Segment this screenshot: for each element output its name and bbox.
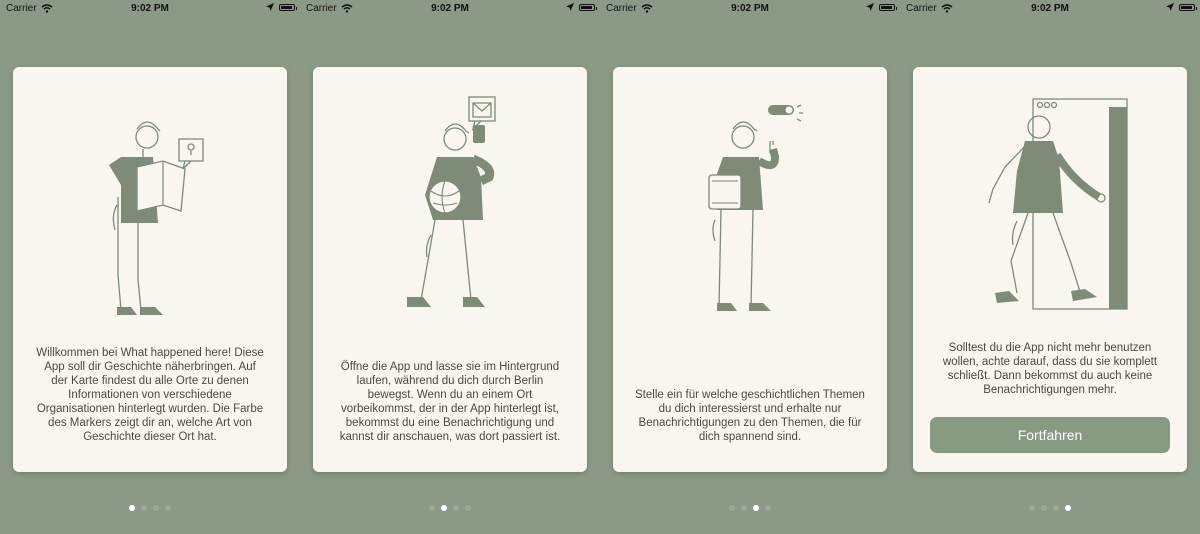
onboarding-description: Willkommen bei What happened here! Diese…	[36, 347, 264, 443]
onboarding-screen-3: Carrier 9:02 PM Stelle ein für welche ge…	[600, 0, 900, 534]
clock: 9:02 PM	[431, 3, 469, 14]
page-dot-1[interactable]	[129, 505, 135, 511]
battery-icon	[579, 3, 597, 11]
location-arrow-icon	[1166, 3, 1174, 11]
status-bar: Carrier 9:02 PM	[900, 0, 1200, 18]
onboarding-card: Solltest du die App nicht mehr benutzen …	[913, 67, 1187, 472]
status-bar: Carrier 9:02 PM	[300, 0, 600, 18]
page-dot-1[interactable]	[429, 505, 435, 511]
onboarding-card: Stelle ein für welche geschichtlichen Th…	[613, 67, 887, 472]
onboarding-description: Stelle ein für welche geschichtlichen Th…	[635, 389, 865, 443]
clock: 9:02 PM	[1031, 3, 1069, 14]
page-indicator[interactable]	[600, 505, 900, 511]
page-dot-3[interactable]	[153, 505, 159, 511]
page-dot-1[interactable]	[1029, 505, 1035, 511]
page-dot-2[interactable]	[141, 505, 147, 511]
continue-button[interactable]: Fortfahren	[930, 417, 1170, 453]
page-dot-2[interactable]	[741, 505, 747, 511]
onboarding-description: Öffne die App und lasse sie im Hintergru…	[339, 361, 561, 443]
door-person-illustration	[988, 98, 1128, 310]
page-indicator[interactable]	[300, 505, 600, 511]
battery-icon	[1179, 3, 1197, 11]
page-dot-4[interactable]	[165, 505, 171, 511]
walking-person-phone-illustration	[407, 96, 496, 307]
page-dot-4[interactable]	[1065, 505, 1071, 511]
page-dot-3[interactable]	[1053, 505, 1059, 511]
page-dot-2[interactable]	[1041, 505, 1047, 511]
onboarding-description: Solltest du die App nicht mehr benutzen …	[942, 342, 1158, 396]
onboarding-screen-4: Carrier 9:02 PM Solltest du die App nich…	[900, 0, 1200, 534]
onboarding-screen-1: Carrier 9:02 PM Willkommen bei What happ…	[0, 0, 300, 534]
battery-icon	[879, 3, 897, 11]
location-arrow-icon	[566, 3, 574, 11]
map-person-illustration	[109, 121, 204, 315]
clock: 9:02 PM	[131, 3, 169, 14]
page-dot-2[interactable]	[441, 505, 447, 511]
page-indicator[interactable]	[900, 505, 1200, 511]
location-arrow-icon	[866, 3, 874, 11]
page-dot-3[interactable]	[753, 505, 759, 511]
page-dot-1[interactable]	[729, 505, 735, 511]
onboarding-card: Willkommen bei What happened here! Diese…	[13, 67, 287, 472]
status-bar: Carrier 9:02 PM	[600, 0, 900, 18]
page-dot-3[interactable]	[453, 505, 459, 511]
onboarding-screen-2: Carrier 9:02 PM Öffne die App und lasse …	[300, 0, 600, 534]
page-dot-4[interactable]	[765, 505, 771, 511]
page-dot-4[interactable]	[465, 505, 471, 511]
clock: 9:02 PM	[731, 3, 769, 14]
toggle-person-illustration	[708, 104, 803, 311]
onboarding-card: Öffne die App und lasse sie im Hintergru…	[313, 67, 587, 472]
page-indicator[interactable]	[0, 505, 300, 511]
status-bar: Carrier 9:02 PM	[0, 0, 300, 18]
location-arrow-icon	[266, 3, 274, 11]
battery-icon	[279, 3, 297, 11]
